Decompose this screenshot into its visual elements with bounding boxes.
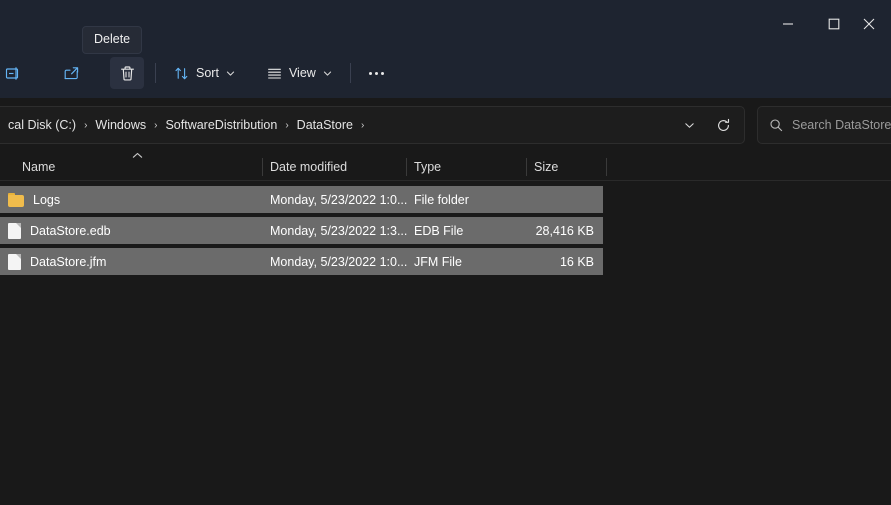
- delete-trash-icon: [119, 65, 136, 82]
- sort-ascending-indicator-icon: [132, 152, 143, 161]
- address-history-dropdown-button[interactable]: [672, 108, 706, 142]
- search-icon: [769, 118, 783, 132]
- file-size-cell: 16 KB: [559, 254, 594, 269]
- file-name-label: Logs: [33, 192, 61, 207]
- file-explorer-window: Delete Sort View cal Disk (C:) › Windows…: [0, 0, 891, 505]
- file-name-cell: DataStore.edb: [8, 217, 111, 244]
- breadcrumb: cal Disk (C:) › Windows › SoftwareDistri…: [3, 115, 672, 135]
- search-box[interactable]: Search DataStore: [757, 106, 891, 144]
- address-bar-actions: [672, 108, 744, 142]
- file-name-label: DataStore.jfm: [30, 254, 107, 269]
- chevron-down-icon: [684, 122, 694, 128]
- column-header-type-label: Type: [414, 160, 442, 174]
- file-date-cell: Monday, 5/23/2022 1:0...: [270, 192, 408, 207]
- file-icon: [8, 253, 21, 270]
- file-type-cell: JFM File: [414, 254, 462, 269]
- see-more-button[interactable]: [360, 57, 394, 89]
- file-name-cell: DataStore.jfm: [8, 248, 106, 275]
- refresh-button[interactable]: [706, 108, 740, 142]
- breadcrumb-item-windows[interactable]: Windows: [90, 115, 151, 135]
- column-header-date-modified-label: Date modified: [270, 160, 348, 174]
- toolbar-divider-2: [349, 63, 351, 83]
- delete-tooltip: Delete: [82, 26, 143, 54]
- file-type-cell: File folder: [414, 192, 469, 207]
- column-header-size-label: Size: [534, 160, 559, 174]
- navigation-row: cal Disk (C:) › Windows › SoftwareDistri…: [0, 106, 891, 144]
- delete-button[interactable]: [110, 57, 144, 89]
- table-row[interactable]: DataStore.jfm Monday, 5/23/2022 1:0... J…: [0, 248, 603, 275]
- file-name-label: DataStore.edb: [30, 223, 111, 238]
- share-icon: [63, 65, 80, 82]
- breadcrumb-item-softwaredistribution[interactable]: SoftwareDistribution: [160, 115, 282, 135]
- close-button[interactable]: [857, 0, 891, 48]
- command-bar: Sort View: [0, 48, 891, 98]
- file-icon: [8, 222, 21, 239]
- file-date-cell: Monday, 5/23/2022 1:0...: [270, 254, 408, 269]
- breadcrumb-item-datastore[interactable]: DataStore: [292, 115, 358, 135]
- chevron-down-icon: [226, 69, 235, 78]
- breadcrumb-separator: ›: [84, 119, 88, 131]
- toolbar-divider-1: [155, 63, 156, 83]
- column-header-name-label: Name: [22, 160, 56, 174]
- chevron-down-icon: [323, 69, 332, 78]
- rename-icon: [5, 65, 22, 82]
- search-input[interactable]: Search DataStore: [792, 118, 891, 132]
- breadcrumb-item-drive[interactable]: cal Disk (C:): [3, 115, 81, 135]
- breadcrumb-separator: ›: [285, 119, 289, 131]
- view-list-icon: [267, 66, 282, 81]
- minimize-button[interactable]: [765, 0, 811, 48]
- maximize-button[interactable]: [811, 0, 857, 48]
- view-label: View: [288, 66, 316, 80]
- ellipsis-icon: [369, 71, 385, 75]
- folder-icon: [8, 192, 24, 207]
- column-header-date-modified[interactable]: Date modified: [262, 153, 406, 181]
- rename-button[interactable]: [0, 57, 30, 89]
- column-header-type[interactable]: Type: [406, 153, 526, 181]
- file-type-cell: EDB File: [414, 223, 464, 238]
- column-divider[interactable]: [606, 158, 607, 176]
- file-name-cell: Logs: [8, 186, 60, 213]
- table-row[interactable]: DataStore.edb Monday, 5/23/2022 1:3... E…: [0, 217, 603, 244]
- view-button[interactable]: View: [259, 57, 340, 89]
- file-date-cell: Monday, 5/23/2022 1:3...: [270, 223, 408, 238]
- share-button[interactable]: [54, 57, 88, 89]
- table-row[interactable]: Logs Monday, 5/23/2022 1:0... File folde…: [0, 186, 603, 213]
- file-size-cell: [466, 186, 594, 213]
- breadcrumb-separator: ›: [360, 119, 365, 131]
- sort-arrows-icon: [174, 66, 189, 81]
- column-header-size[interactable]: Size: [526, 153, 606, 181]
- refresh-icon: [717, 118, 729, 131]
- breadcrumb-separator: ›: [154, 119, 158, 131]
- sort-label: Sort: [196, 66, 219, 80]
- file-size-cell: 28,416 KB: [535, 223, 594, 238]
- window-controls: [765, 0, 891, 48]
- address-bar[interactable]: cal Disk (C:) › Windows › SoftwareDistri…: [0, 106, 745, 144]
- file-list: Logs Monday, 5/23/2022 1:0... File folde…: [0, 186, 891, 279]
- sort-button[interactable]: Sort: [166, 57, 243, 89]
